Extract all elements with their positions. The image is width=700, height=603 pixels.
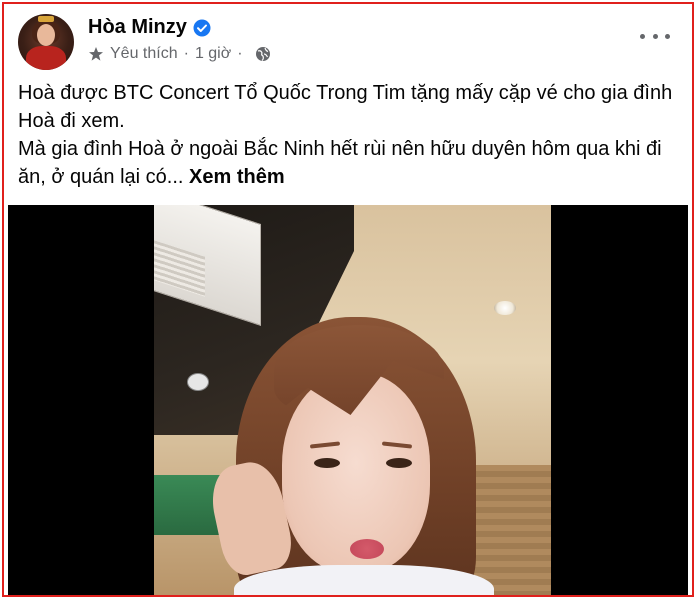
post-body: Hoà được BTC Concert Tổ Quốc Trong Tim t…: [18, 79, 678, 191]
post-meta: Yêu thích · 1 giờ ·: [88, 45, 271, 63]
post-time[interactable]: 1 giờ: [195, 45, 231, 63]
post-video[interactable]: [8, 205, 688, 595]
post-text-line1: Hoà được BTC Concert Tổ Quốc Trong Tim t…: [18, 82, 673, 132]
meta-separator-2: ·: [237, 45, 243, 62]
star-icon: [89, 47, 103, 61]
see-more-link[interactable]: Xem thêm: [189, 166, 285, 188]
meta-separator: ·: [183, 45, 189, 62]
more-options-icon[interactable]: [640, 26, 670, 46]
video-frame: [154, 205, 551, 595]
post-card: Hòa Minzy Yêu thích · 1 giờ · Hoà được B…: [2, 2, 694, 597]
post-header: Hòa Minzy Yêu thích · 1 giờ ·: [18, 14, 678, 72]
post-text-line2: Mà gia đình Hoà ở ngoài Bắc Ninh hết rùi…: [18, 135, 678, 191]
verified-badge-icon: [193, 19, 211, 36]
author-avatar[interactable]: [18, 14, 74, 70]
post-text-line2-content: Mà gia đình Hoà ở ngoài Bắc Ninh hết rùi…: [18, 138, 662, 188]
author-name[interactable]: Hòa Minzy: [88, 16, 187, 39]
author-row: Hòa Minzy: [88, 16, 211, 39]
globe-icon: [255, 47, 270, 61]
audience-label: Yêu thích: [110, 45, 178, 62]
